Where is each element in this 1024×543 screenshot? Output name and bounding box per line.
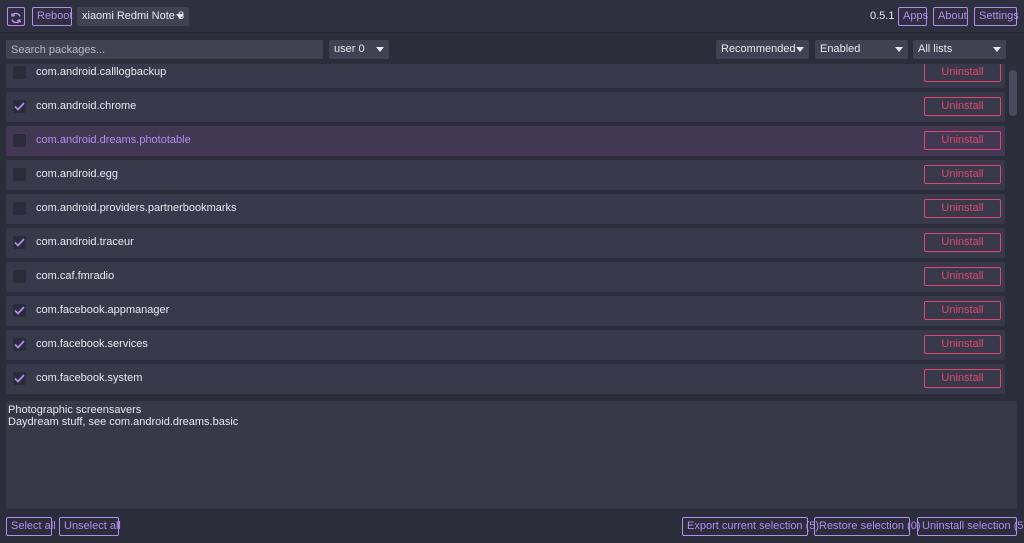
package-checkbox[interactable] xyxy=(13,236,26,249)
package-checkbox[interactable] xyxy=(13,134,26,147)
app-version: 0.5.1 xyxy=(870,10,895,22)
package-name: com.android.egg xyxy=(36,168,118,180)
user-select-value: user 0 xyxy=(334,43,365,55)
removal-filter-value: Recommended xyxy=(721,43,796,55)
check-icon xyxy=(14,374,25,383)
package-list[interactable]: com.android.calllogbackup Uninstall com.… xyxy=(6,64,1005,395)
package-row-selected[interactable]: com.android.dreams.phototable Uninstall xyxy=(6,126,1005,156)
description-title: Photographic screensavers xyxy=(8,404,142,416)
list-scrollbar-thumb[interactable] xyxy=(1009,70,1017,116)
package-row[interactable]: com.android.providers.partnerbookmarks U… xyxy=(6,194,1005,224)
unselect-all-button[interactable]: Unselect all xyxy=(59,517,121,536)
package-name: com.android.providers.partnerbookmarks xyxy=(36,202,237,214)
device-select[interactable]: xiaomi Redmi Note 8 xyxy=(77,7,189,26)
uninstall-button[interactable]: Uninstall xyxy=(924,335,1001,354)
uninstall-button[interactable]: Uninstall xyxy=(924,369,1001,388)
top-toolbar: Reboot xiaomi Redmi Note 8 0.5.1 Apps Ab… xyxy=(0,0,1024,33)
check-icon xyxy=(14,340,25,349)
uninstall-button[interactable]: Uninstall xyxy=(924,97,1001,116)
refresh-icon xyxy=(10,12,22,23)
package-row[interactable]: com.facebook.appmanager Uninstall xyxy=(6,296,1005,326)
restore-selection-button[interactable]: Restore selection (0) xyxy=(814,517,921,536)
package-row[interactable]: com.facebook.system Uninstall xyxy=(6,364,1005,394)
package-name: com.facebook.appmanager xyxy=(36,304,170,316)
uninstall-button[interactable]: Uninstall xyxy=(924,131,1001,150)
uninstall-button[interactable]: Uninstall xyxy=(924,301,1001,320)
select-all-button[interactable]: Select all xyxy=(6,517,56,536)
package-name: com.android.dreams.phototable xyxy=(36,134,191,146)
package-checkbox[interactable] xyxy=(13,304,26,317)
package-name: com.facebook.services xyxy=(36,338,148,350)
chevron-down-icon xyxy=(993,47,1001,52)
package-row[interactable]: com.android.calllogbackup Uninstall xyxy=(6,64,1005,88)
chevron-down-icon xyxy=(895,47,903,52)
list-filter-select[interactable]: All lists xyxy=(913,40,1006,59)
package-name: com.caf.fmradio xyxy=(36,270,115,282)
removal-filter-select[interactable]: Recommended xyxy=(716,40,809,59)
about-button[interactable]: About xyxy=(933,7,968,26)
package-name: com.android.traceur xyxy=(36,236,134,248)
reboot-button[interactable]: Reboot xyxy=(32,7,72,26)
uninstall-button[interactable]: Uninstall xyxy=(924,267,1001,286)
package-checkbox[interactable] xyxy=(13,372,26,385)
uninstall-button[interactable]: Uninstall xyxy=(924,199,1001,218)
package-name: com.facebook.system xyxy=(36,372,143,384)
package-checkbox[interactable] xyxy=(13,66,26,79)
settings-button[interactable]: Settings xyxy=(974,7,1019,26)
package-checkbox[interactable] xyxy=(13,202,26,215)
package-checkbox[interactable] xyxy=(13,338,26,351)
user-select[interactable]: user 0 xyxy=(329,40,389,59)
package-row[interactable]: com.android.egg Uninstall xyxy=(6,160,1005,190)
description-text: Daydream stuff, see com.android.dreams.b… xyxy=(8,416,239,428)
package-row[interactable]: com.android.chrome Uninstall xyxy=(6,92,1005,122)
package-row[interactable]: com.caf.fmradio Uninstall xyxy=(6,262,1005,292)
device-name: xiaomi Redmi Note 8 xyxy=(82,10,185,22)
state-filter-select[interactable]: Enabled xyxy=(815,40,908,59)
package-row[interactable]: com.android.traceur Uninstall xyxy=(6,228,1005,258)
apps-button[interactable]: Apps xyxy=(898,7,928,26)
package-description-panel: Photographic screensavers Daydream stuff… xyxy=(6,401,1017,509)
uninstall-button[interactable]: Uninstall xyxy=(924,165,1001,184)
chevron-down-icon xyxy=(376,47,384,52)
export-selection-button[interactable]: Export current selection (5) xyxy=(682,517,819,536)
search-input[interactable] xyxy=(6,40,323,59)
chevron-down-icon xyxy=(796,47,804,52)
package-checkbox[interactable] xyxy=(13,100,26,113)
package-row[interactable]: com.facebook.services Uninstall xyxy=(6,330,1005,360)
package-name: com.android.chrome xyxy=(36,100,137,112)
uninstall-button[interactable]: Uninstall xyxy=(924,233,1001,252)
uninstall-selection-button[interactable]: Uninstall selection (5) xyxy=(917,517,1024,536)
check-icon xyxy=(14,102,25,111)
package-checkbox[interactable] xyxy=(13,270,26,283)
chevron-down-icon xyxy=(176,14,184,19)
check-icon xyxy=(14,238,25,247)
package-name: com.android.calllogbackup xyxy=(36,66,167,78)
check-icon xyxy=(14,306,25,315)
list-filter-value: All lists xyxy=(918,43,953,55)
package-checkbox[interactable] xyxy=(13,168,26,181)
refresh-button[interactable] xyxy=(7,7,25,26)
uninstall-button[interactable]: Uninstall xyxy=(924,64,1001,82)
state-filter-value: Enabled xyxy=(820,43,861,55)
